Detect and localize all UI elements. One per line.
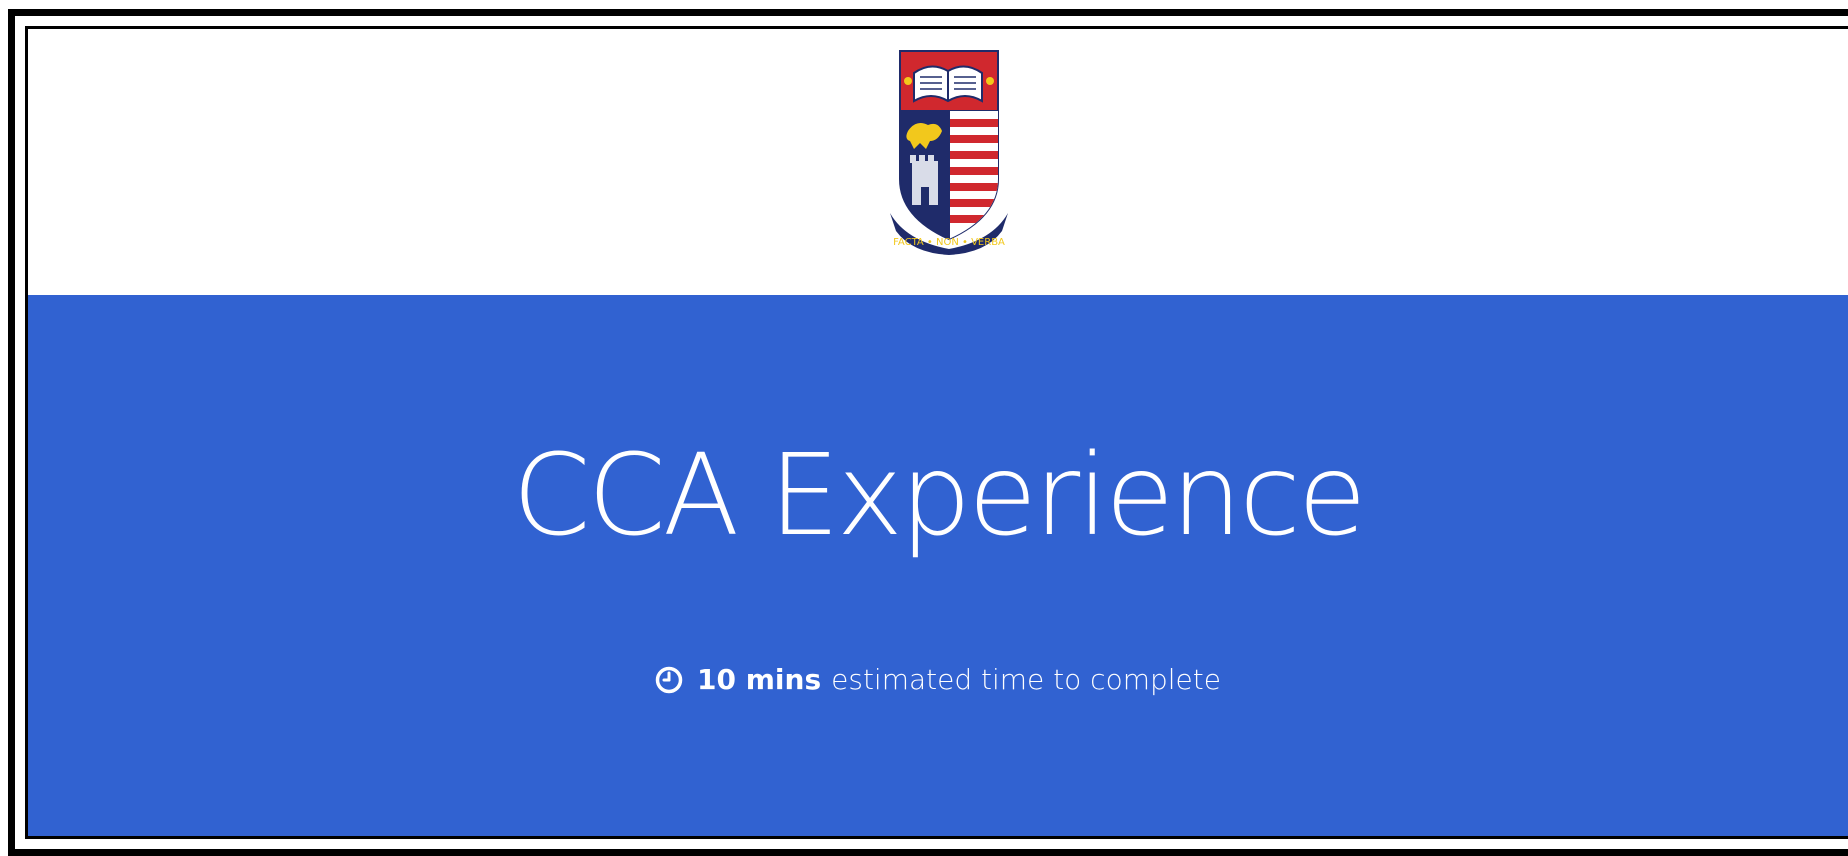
time-label: estimated time to complete	[831, 663, 1221, 696]
clock-icon	[655, 666, 683, 693]
hero-banner: CCA Experience 10 mins estimated time to…	[28, 295, 1848, 836]
school-crest-icon: FACTA • NON • VERBA	[890, 50, 1008, 255]
time-value: 10 mins	[697, 663, 822, 696]
crest-motto: FACTA • NON • VERBA	[893, 237, 1005, 248]
page-frame: FACTA • NON • VERBA CCA Experience 10 mi…	[25, 26, 1848, 839]
estimated-time: 10 mins estimated time to complete	[28, 663, 1848, 696]
outer-frame: FACTA • NON • VERBA CCA Experience 10 mi…	[8, 9, 1848, 856]
header-band: FACTA • NON • VERBA	[28, 29, 1848, 295]
page-title: CCA Experience	[512, 431, 1366, 561]
